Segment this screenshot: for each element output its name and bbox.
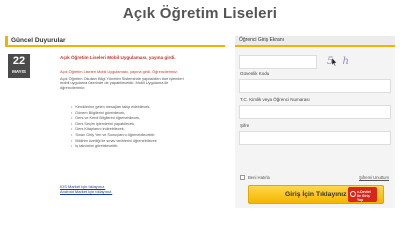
- news-body-line: öğrencilerimiz;: [60, 85, 86, 91]
- login-panel: Öğrenci Giriş Ekranı 5 h Güvenlik Kodu T…: [235, 36, 395, 208]
- news-panel: Güncel Duyurular 22 MAYIS Açık Öğretim L…: [5, 36, 225, 208]
- date-badge: 22 MAYIS: [8, 54, 30, 78]
- login-button[interactable]: Giriş İçin Tıklayınız e-Devlet ile Giriş…: [248, 185, 384, 204]
- remember-label: Beni Hatırla: [248, 175, 270, 180]
- feature-item: iş takvimini görebilecektir.: [71, 144, 221, 150]
- remember-me[interactable]: Beni Hatırla: [240, 175, 270, 180]
- login-button-label: Giriş İçin Tıklayınız: [285, 191, 347, 198]
- android-market-link[interactable]: Android Market için tıklayınız.: [60, 189, 112, 194]
- remember-checkbox[interactable]: [240, 175, 245, 180]
- tc-number-input[interactable]: [239, 105, 391, 119]
- page-title: Açık Öğretim Liseleri: [122, 5, 278, 22]
- date-month: MAYIS: [12, 69, 26, 74]
- edevlet-sublabel: ile Giriş Yap: [357, 194, 370, 202]
- password-input[interactable]: [239, 131, 391, 145]
- date-day: 22: [12, 55, 26, 67]
- tc-number-label: T.C. Kimlik veya Öğrenci Numarası: [240, 97, 310, 102]
- news-headline[interactable]: Açık Öğretim Liseleri Mobil Uygulaması, …: [60, 55, 176, 60]
- news-header: Güncel Duyurular: [5, 36, 225, 47]
- feature-list: Kendilerine gelen mesajları takip edebil…: [71, 105, 221, 150]
- cursor-icon: [332, 58, 337, 66]
- news-body-line: Açık Öğretim Liseleri Mobil Uygulaması, …: [60, 69, 179, 74]
- news-body: Açık Öğretim Liseleri Mobil Uygulaması, …: [60, 69, 225, 91]
- security-code-label: Güvenlik Kodu: [240, 71, 270, 76]
- security-code-input[interactable]: [239, 79, 391, 93]
- edevlet-logo-icon: [350, 191, 356, 197]
- edevlet-login-button[interactable]: e-Devlet ile Giriş Yap: [348, 187, 377, 202]
- login-header: Öğrenci Giriş Ekranı: [235, 36, 395, 47]
- news-header-label: Güncel Duyurular: [11, 37, 66, 44]
- header-accent-bar: [5, 36, 8, 45]
- captcha-row: 5 h: [239, 55, 391, 69]
- password-label: Şifre: [240, 123, 250, 128]
- captcha-input[interactable]: [239, 55, 317, 69]
- forgot-password-link[interactable]: Şifremi Unuttum: [359, 175, 389, 180]
